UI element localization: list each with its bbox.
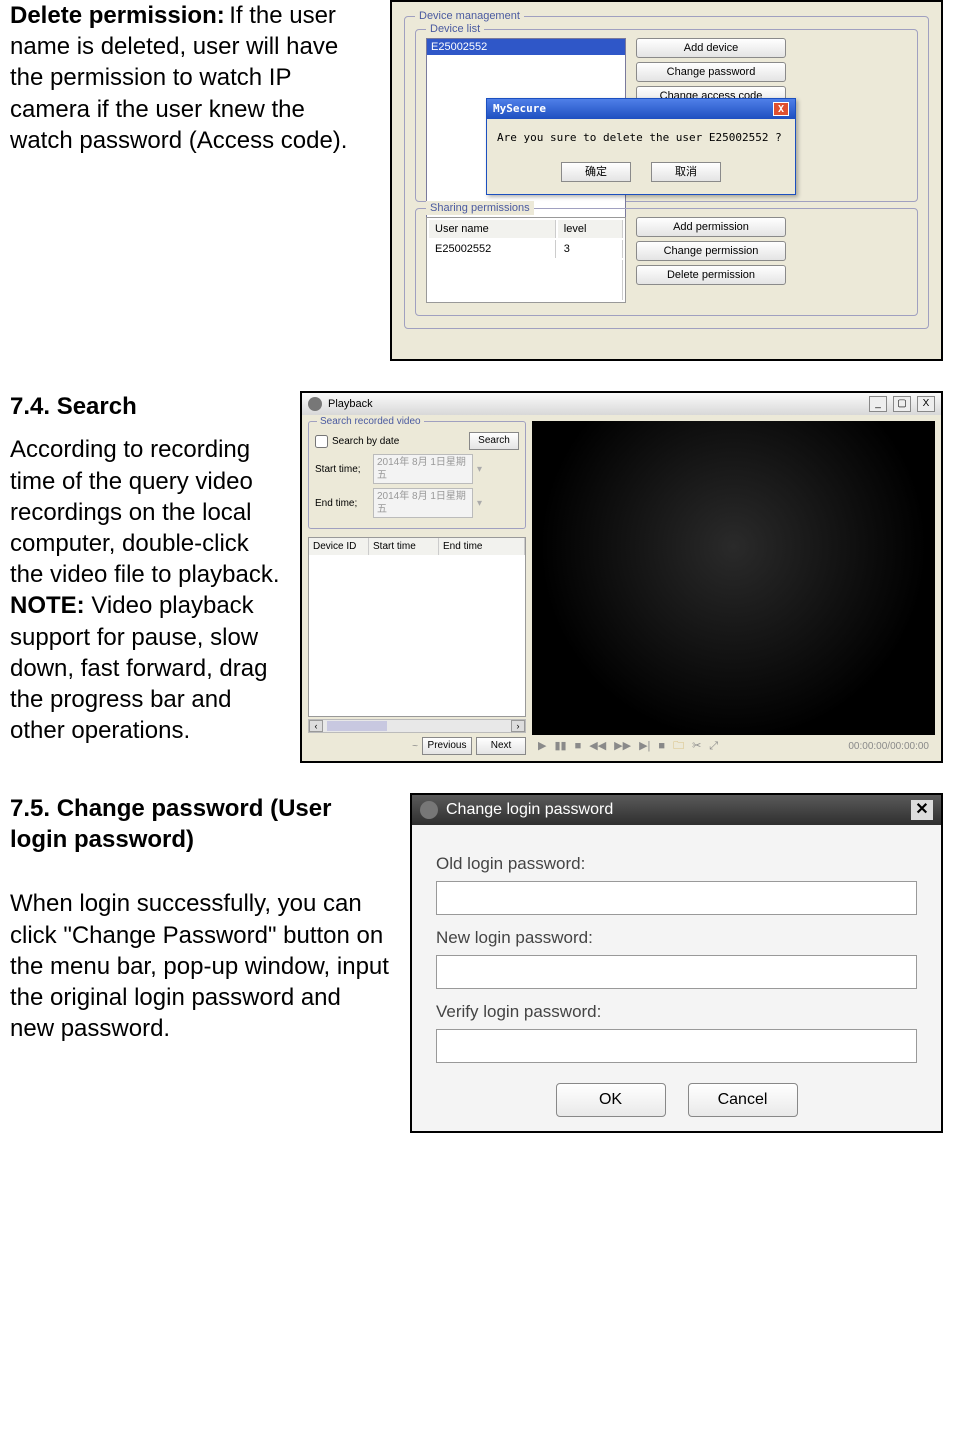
previous-button[interactable]: Previous: [422, 737, 472, 755]
search-button[interactable]: Search: [469, 432, 519, 450]
add-permission-button[interactable]: Add permission: [636, 217, 786, 237]
change-password-title: Change login password: [446, 800, 613, 821]
open-folder-icon[interactable]: 🗀: [673, 739, 684, 753]
verify-password-label: Verify login password:: [436, 1001, 917, 1023]
close-icon[interactable]: ✕: [911, 800, 933, 820]
col-device-id: Device ID: [309, 538, 369, 555]
fullscreen-icon[interactable]: ⤢: [709, 739, 718, 753]
next-button[interactable]: Next: [476, 737, 526, 755]
search-heading: 7.4. Search: [10, 391, 280, 422]
new-password-label: New login password:: [436, 927, 917, 949]
scroll-right-icon[interactable]: ›: [511, 720, 525, 732]
forward-icon[interactable]: ▶▶: [614, 739, 631, 753]
col-end-time: End time: [439, 538, 525, 555]
change-password-body: When login successfully, you can click "…: [10, 888, 390, 1044]
search-by-date-label: Search by date: [332, 435, 399, 448]
add-device-button[interactable]: Add device: [636, 38, 786, 58]
old-password-label: Old login password:: [436, 853, 917, 875]
play-icon[interactable]: ▶: [538, 739, 546, 753]
step-icon[interactable]: ▶|: [639, 739, 650, 753]
confirm-dialog-message: Are you sure to delete the user E2500255…: [487, 119, 795, 157]
pause-icon[interactable]: ▮▮: [554, 739, 566, 753]
device-list-item[interactable]: E25002552: [427, 39, 625, 55]
device-management-window: Device management Device list E25002552 …: [390, 0, 943, 361]
chevron-down-icon: ▾: [477, 463, 482, 476]
record-icon[interactable]: ■: [658, 739, 665, 753]
end-time-label: End time;: [315, 497, 369, 510]
end-time-field: 2014年 8月 1日星期五: [373, 488, 473, 518]
page-range: ~: [412, 740, 418, 753]
video-viewport[interactable]: [532, 421, 935, 735]
change-permission-button[interactable]: Change permission: [636, 241, 786, 261]
playback-window: Playback _ ▢ X Search recorded video Sea…: [300, 391, 943, 763]
rewind-icon[interactable]: ◀◀: [589, 739, 606, 753]
search-by-date-checkbox[interactable]: [315, 435, 328, 448]
scroll-left-icon[interactable]: ‹: [309, 720, 323, 732]
search-body: According to recording time of the query…: [10, 436, 280, 588]
app-icon: [420, 801, 438, 819]
delete-permission-button[interactable]: Delete permission: [636, 265, 786, 285]
change-password-dialog: Change login password ✕ Old login passwo…: [410, 793, 943, 1133]
delete-permission-heading: Delete permission:: [10, 2, 225, 29]
playback-title: Playback: [328, 397, 373, 411]
device-list-label: Device list: [426, 22, 484, 36]
col-username: User name: [429, 220, 556, 238]
close-icon[interactable]: X: [917, 396, 935, 412]
ok-button[interactable]: OK: [556, 1083, 666, 1117]
app-icon: [308, 397, 322, 411]
recordings-table[interactable]: Device ID Start time End time: [308, 537, 526, 717]
start-time-label: Start time;: [315, 463, 369, 476]
horizontal-scrollbar[interactable]: ‹ ›: [308, 719, 526, 733]
change-password-heading: 7.5. Change password (User login passwor…: [10, 793, 390, 855]
confirm-dialog-title: MySecure: [493, 102, 546, 116]
stop-icon[interactable]: ■: [575, 739, 582, 753]
confirm-ok-button[interactable]: 确定: [561, 162, 631, 182]
confirm-delete-dialog: MySecure X Are you sure to delete the us…: [486, 98, 796, 195]
cancel-button[interactable]: Cancel: [688, 1083, 798, 1117]
change-password-button[interactable]: Change password: [636, 62, 786, 82]
start-time-field: 2014年 8月 1日星期五: [373, 454, 473, 484]
restore-icon[interactable]: ▢: [893, 396, 911, 412]
new-password-field[interactable]: [436, 955, 917, 989]
old-password-field[interactable]: [436, 881, 917, 915]
cell-level: 3: [558, 240, 623, 258]
search-panel-label: Search recorded video: [317, 415, 424, 428]
confirm-cancel-button[interactable]: 取消: [651, 162, 721, 182]
col-start-time: Start time: [369, 538, 439, 555]
playback-time: 00:00:00/00:00:00: [848, 740, 929, 753]
minimize-icon[interactable]: _: [869, 396, 887, 412]
table-row[interactable]: E25002552 3: [429, 240, 623, 258]
note-label: NOTE:: [10, 592, 85, 619]
cell-username: E25002552: [429, 240, 556, 258]
permissions-table[interactable]: User name level E25002552 3: [426, 217, 626, 304]
verify-password-field[interactable]: [436, 1029, 917, 1063]
snapshot-icon[interactable]: ✂: [692, 739, 701, 753]
sharing-permissions-label: Sharing permissions: [426, 201, 534, 215]
col-level: level: [558, 220, 623, 238]
chevron-down-icon: ▾: [477, 497, 482, 510]
close-icon[interactable]: X: [773, 102, 789, 116]
